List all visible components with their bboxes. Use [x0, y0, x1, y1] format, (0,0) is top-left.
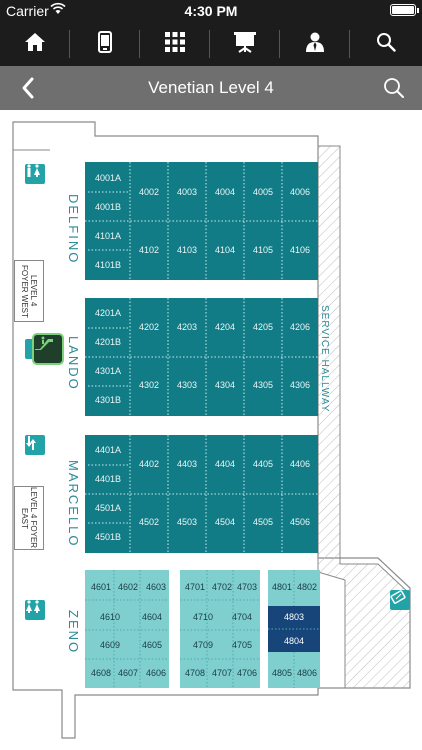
restroom-icon[interactable]	[25, 164, 45, 184]
home-button[interactable]	[0, 22, 70, 66]
section-label-delfino: DELFINO	[66, 194, 81, 265]
room-4003[interactable]: 4003	[168, 187, 206, 197]
room-4406[interactable]: 4406	[281, 459, 319, 469]
room-4303[interactable]: 4303	[168, 380, 206, 390]
room-4302[interactable]: 4302	[130, 380, 168, 390]
page-title: Venetian Level 4	[148, 78, 274, 97]
room-4203[interactable]: 4203	[168, 322, 206, 332]
search-button[interactable]	[350, 22, 422, 66]
section-label-marcello: MARCELLO	[66, 460, 81, 548]
map-search-button[interactable]	[380, 74, 408, 102]
room-4606[interactable]: 4606	[137, 668, 175, 678]
room-4205[interactable]: 4205	[244, 322, 282, 332]
grid-icon	[164, 31, 186, 58]
foyer-east: LEVEL 4 FOYER EAST	[14, 486, 44, 550]
room-4105[interactable]: 4105	[244, 245, 282, 255]
room-4002[interactable]: 4002	[130, 187, 168, 197]
room-4102[interactable]: 4102	[130, 245, 168, 255]
home-icon	[24, 32, 46, 57]
phone-icon	[98, 30, 112, 58]
section-label-zeno: ZENO	[66, 610, 81, 655]
room-4206[interactable]: 4206	[281, 322, 319, 332]
grid-button[interactable]	[140, 22, 210, 66]
foyer-west-label: LEVEL 4 FOYER WEST	[20, 264, 38, 318]
room-4705[interactable]: 4705	[223, 640, 261, 650]
room-4609[interactable]: 4609	[91, 640, 129, 650]
room-4806[interactable]: 4806	[288, 668, 326, 678]
room-4704[interactable]: 4704	[223, 612, 261, 622]
room-4301A[interactable]: 4301A	[89, 366, 127, 376]
room-4202[interactable]: 4202	[130, 322, 168, 332]
stairs-icon[interactable]	[25, 435, 45, 455]
room-4502[interactable]: 4502	[130, 517, 168, 527]
room-4610[interactable]: 4610	[91, 612, 129, 622]
room-4703[interactable]: 4703	[228, 582, 266, 592]
search-icon	[384, 78, 404, 98]
ticket-icon[interactable]	[390, 590, 410, 610]
room-4604[interactable]: 4604	[133, 612, 171, 622]
status-bar: Carrier 4:30 PM	[0, 0, 422, 22]
room-4005[interactable]: 4005	[244, 187, 282, 197]
room-4501B[interactable]: 4501B	[89, 532, 127, 542]
room-4304[interactable]: 4304	[206, 380, 244, 390]
battery-icon	[390, 4, 419, 16]
room-4305[interactable]: 4305	[244, 380, 282, 390]
room-4401B[interactable]: 4401B	[89, 474, 127, 484]
profile-icon	[304, 31, 326, 58]
room-4101A[interactable]: 4101A	[89, 231, 127, 241]
room-4710[interactable]: 4710	[184, 612, 222, 622]
profile-button[interactable]	[280, 22, 350, 66]
room-4403[interactable]: 4403	[168, 459, 206, 469]
room-4503[interactable]: 4503	[168, 517, 206, 527]
presentation-icon	[233, 31, 257, 58]
room-4106[interactable]: 4106	[281, 245, 319, 255]
room-4201A[interactable]: 4201A	[89, 308, 127, 318]
room-4405[interactable]: 4405	[244, 459, 282, 469]
nav-header: Venetian Level 4	[0, 66, 422, 110]
clock: 4:30 PM	[184, 3, 238, 19]
room-4501A[interactable]: 4501A	[89, 503, 127, 513]
room-4709[interactable]: 4709	[184, 640, 222, 650]
phone-button[interactable]	[70, 22, 140, 66]
room-4101B[interactable]: 4101B	[89, 260, 127, 270]
room-4706[interactable]: 4706	[228, 668, 266, 678]
room-4004[interactable]: 4004	[206, 187, 244, 197]
room-4402[interactable]: 4402	[130, 459, 168, 469]
foyer-east-label: LEVEL 4 FOYER EAST	[20, 487, 38, 549]
restroom-icon[interactable]	[25, 600, 45, 620]
room-4505[interactable]: 4505	[244, 517, 282, 527]
room-4104[interactable]: 4104	[206, 245, 244, 255]
service-hallway-label: SERVICE HALLWAY	[319, 305, 330, 413]
room-4001A[interactable]: 4001A	[89, 173, 127, 183]
floor-map[interactable]: DELFINO LANDO MARCELLO ZENO SERVICE HALL…	[0, 110, 422, 750]
escalator-icon[interactable]	[32, 333, 64, 365]
room-4006[interactable]: 4006	[281, 187, 319, 197]
room-4803[interactable]: 4803	[275, 612, 313, 622]
floor-plan	[12, 121, 411, 739]
room-4605[interactable]: 4605	[133, 640, 171, 650]
section-label-lando: LANDO	[66, 336, 81, 391]
room-4504[interactable]: 4504	[206, 517, 244, 527]
main-toolbar	[0, 22, 422, 67]
room-4802[interactable]: 4802	[288, 582, 326, 592]
foyer-west: LEVEL 4 FOYER WEST	[14, 260, 44, 322]
room-4401A[interactable]: 4401A	[89, 445, 127, 455]
presentation-button[interactable]	[210, 22, 280, 66]
room-4603[interactable]: 4603	[137, 582, 175, 592]
room-4306[interactable]: 4306	[281, 380, 319, 390]
room-4204[interactable]: 4204	[206, 322, 244, 332]
room-4103[interactable]: 4103	[168, 245, 206, 255]
room-4001B[interactable]: 4001B	[89, 202, 127, 212]
search-icon	[376, 32, 396, 57]
room-4201B[interactable]: 4201B	[89, 337, 127, 347]
room-4301B[interactable]: 4301B	[89, 395, 127, 405]
room-4404[interactable]: 4404	[206, 459, 244, 469]
room-4506[interactable]: 4506	[281, 517, 319, 527]
room-4804[interactable]: 4804	[275, 636, 313, 646]
